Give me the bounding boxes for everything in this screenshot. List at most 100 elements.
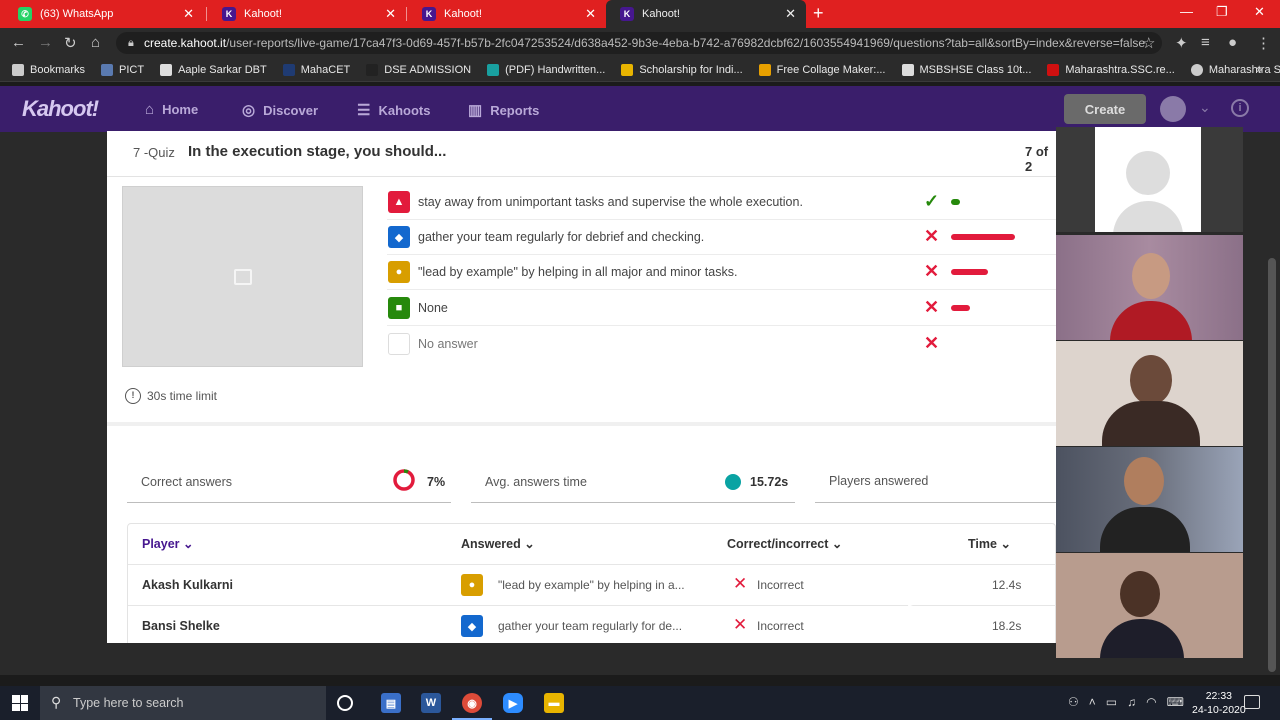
chevron-down-icon[interactable]: ⌄ [1199, 99, 1211, 116]
bookmark-item[interactable]: Bookmarks [12, 63, 85, 76]
bookmark-item[interactable]: DSE ADMISSION [366, 63, 471, 76]
close-tab-icon[interactable]: ✕ [785, 6, 796, 22]
video-tile[interactable] [1056, 553, 1243, 658]
nav-reports[interactable]: ▥ Reports [468, 101, 539, 119]
avatar[interactable] [1160, 96, 1186, 122]
close-tab-icon[interactable]: ✕ [385, 6, 396, 22]
forward-icon[interactable]: → [38, 34, 53, 51]
answer-bar [951, 269, 988, 275]
triangle-icon: ▲ [388, 191, 410, 213]
video-tile-placeholder[interactable] [1095, 127, 1201, 232]
participant-face [1130, 355, 1172, 405]
kahoot-icon: K [422, 7, 436, 21]
media-icon[interactable]: ≡ [1201, 34, 1210, 51]
circle-icon: ● [461, 574, 483, 596]
tab-whatsapp[interactable]: ✆ (63) WhatsApp ✕ [4, 0, 204, 28]
tab-kahoot-2[interactable]: K Kahoot! ✕ [408, 0, 606, 28]
home-icon[interactable]: ⌂ [91, 34, 100, 51]
bookmark-icon [901, 63, 914, 76]
bookmark-item[interactable]: Maharashtra.SSC.re... [1047, 63, 1175, 76]
bookmark-item[interactable]: Maharashtra State... [1190, 63, 1280, 76]
url-field[interactable]: create.kahoot.it/user-reports/live-game/… [116, 32, 1162, 54]
bookmark-icon [487, 63, 500, 76]
notification-icon[interactable] [1244, 695, 1260, 709]
info-icon[interactable]: i [1231, 99, 1249, 117]
answer-row: ▲ stay away from unimportant tasks and s… [387, 185, 1056, 220]
back-icon[interactable]: ← [11, 34, 26, 51]
bookmark-item[interactable]: Aaple Sarkar DBT [160, 63, 267, 76]
kahoot-nav: Kahoot! ⌂ Home ◎ Discover ☰ Kahoots ▥ Report… [0, 86, 1280, 132]
reload-icon[interactable]: ↻ [64, 34, 77, 52]
chrome-icon[interactable]: ◉ [452, 693, 492, 720]
bookmark-item[interactable]: (PDF) Handwritten... [487, 63, 605, 76]
answer-text: No answer [418, 337, 478, 351]
maximize-icon[interactable]: ❐ [1216, 4, 1228, 20]
cross-icon: ✕ [733, 615, 748, 634]
answer-text: "lead by example" by helping in all majo… [418, 265, 738, 279]
kahoot-logo[interactable]: Kahoot! [22, 96, 99, 122]
players-table: Player ⌄ Answered ⌄ Correct/incorrect ⌄ … [127, 523, 1056, 643]
video-tile[interactable] [1056, 341, 1243, 446]
nav-discover[interactable]: ◎ Discover [242, 101, 318, 119]
bookmark-item[interactable]: MahaCET [282, 63, 350, 76]
create-button[interactable]: Create [1064, 94, 1146, 124]
taskbar-search[interactable]: ⚲ Type here to search [40, 686, 326, 720]
file-app-icon[interactable]: ▤ [381, 693, 401, 713]
lock-icon[interactable]: 🔒︎ [128, 37, 134, 50]
bookmark-item[interactable]: Scholarship for Indi... [621, 63, 743, 76]
tab-kahoot-active[interactable]: K Kahoot! ✕ [606, 0, 806, 28]
avatar-body [1113, 201, 1183, 232]
word-icon[interactable]: W [421, 693, 441, 713]
nav-kahoots[interactable]: ☰ Kahoots [357, 101, 430, 119]
table-row[interactable]: Akash Kulkarni ● "lead by example" by he… [128, 564, 1056, 605]
bookmark-icon [160, 63, 173, 76]
clock[interactable]: 22:33 24-10-2020 [1192, 689, 1246, 717]
bookmark-item[interactable]: MSBSHSE Class 10t... [901, 63, 1031, 76]
video-gutter [1201, 127, 1243, 232]
answer-text: stay away from unimportant tasks and sup… [418, 195, 803, 209]
chevron-down-icon: ⌄ [183, 537, 194, 551]
divider [107, 422, 1056, 426]
answer-text: None [418, 301, 448, 315]
answer-row: ■ None ✕ [387, 291, 1056, 326]
bookmark-icon [282, 63, 295, 76]
sort-player[interactable]: Player ⌄ [142, 536, 194, 551]
bookmarks-star-icon [12, 63, 24, 76]
question-image-placeholder [122, 186, 363, 367]
bookmark-item[interactable]: PICT [101, 63, 144, 76]
participant-body [1102, 401, 1200, 446]
extensions-icon[interactable]: ✦ [1175, 34, 1188, 52]
compass-icon: ◎ [242, 102, 256, 119]
windows-start-icon[interactable] [12, 695, 28, 711]
question-report-card: 7 -Quiz In the execution stage, you shou… [107, 131, 1056, 643]
video-tile[interactable] [1056, 447, 1243, 552]
menu-icon[interactable]: ⋮ [1256, 34, 1271, 52]
browser-tab-bar: ✆ (63) WhatsApp ✕ K Kahoot! ✕ K Kahoot! … [0, 0, 1280, 28]
zoom-icon[interactable]: ▶ [503, 693, 523, 713]
tab-kahoot-1[interactable]: K Kahoot! ✕ [208, 0, 406, 28]
nav-home[interactable]: ⌂ Home [145, 101, 198, 118]
minimize-icon[interactable]: — [1180, 4, 1193, 19]
participant-face [1124, 457, 1164, 505]
bookmark-icon [758, 63, 771, 76]
sort-answered[interactable]: Answered ⌄ [461, 536, 535, 551]
profile-icon[interactable]: ● [1228, 34, 1237, 51]
sort-time[interactable]: Time ⌄ [968, 536, 1011, 551]
question-header: 7 -Quiz In the execution stage, you shou… [107, 131, 1056, 177]
close-tab-icon[interactable]: ✕ [183, 6, 194, 22]
bookmark-item[interactable]: Free Collage Maker:... [758, 63, 886, 76]
more-bookmarks-icon[interactable]: » [1256, 64, 1262, 76]
video-tile[interactable] [1056, 235, 1243, 340]
chevron-down-icon: ⌄ [831, 537, 843, 551]
tab-title: (63) WhatsApp [40, 8, 114, 20]
close-window-icon[interactable]: ✕ [1254, 4, 1265, 20]
folder-icon[interactable]: ▬ [544, 693, 564, 713]
close-tab-icon[interactable]: ✕ [585, 6, 596, 22]
star-icon[interactable]: ☆ [1142, 34, 1155, 52]
page-scrollbar[interactable] [1268, 258, 1276, 672]
cortana-icon[interactable] [337, 695, 353, 711]
home-icon: ⌂ [145, 101, 155, 118]
new-tab-button[interactable]: + [813, 3, 824, 24]
system-tray[interactable]: ⚇ ˄ ▭ ♫ ◠ ⌨ [1068, 695, 1184, 709]
sort-correct[interactable]: Correct/incorrect ⌄ [727, 536, 842, 551]
